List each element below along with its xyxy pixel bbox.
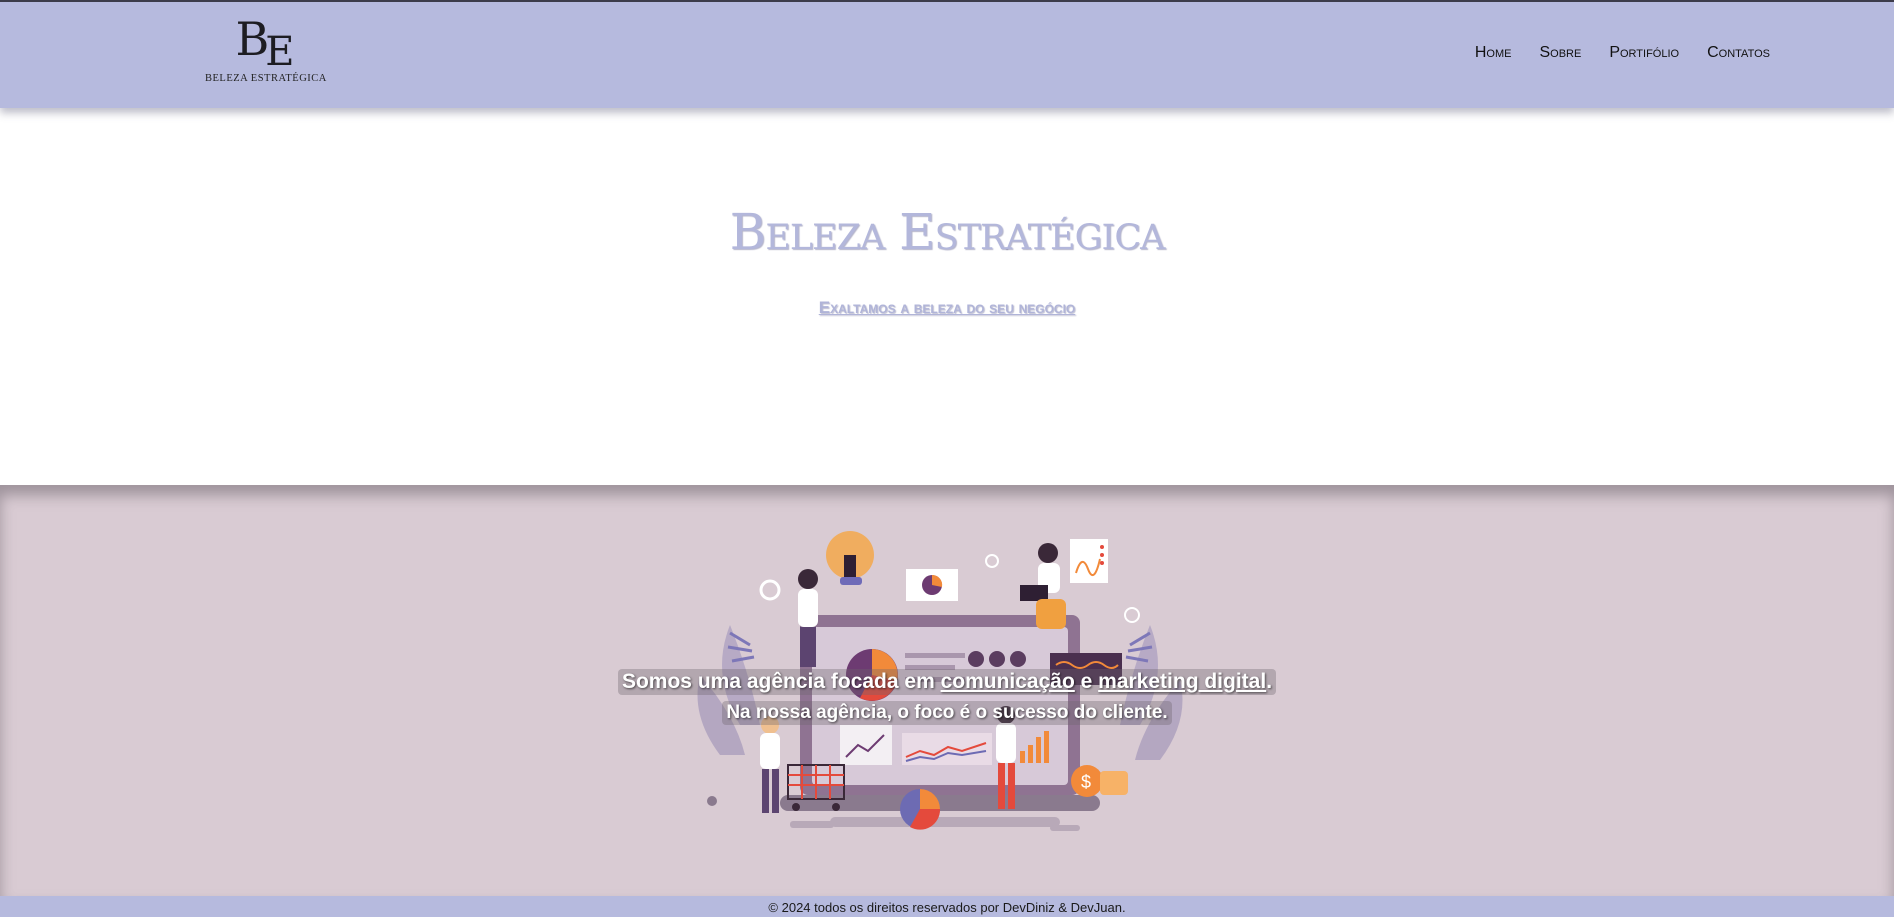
logo-text: BELEZA ESTRATÉGICA — [205, 73, 327, 84]
dollar-coin-icon: $ — [1071, 765, 1128, 797]
link-marketing-digital[interactable]: marketing digital — [1098, 670, 1266, 693]
about-line-1: Somos uma agência focada em comunicação … — [617, 669, 1277, 695]
hero-section: Beleza Estratégica Exaltamos a beleza do… — [0, 108, 1894, 485]
hero-title: Beleza Estratégica — [729, 203, 1166, 261]
site-header: BE BELEZA ESTRATÉGICA Home Sobre Portifó… — [0, 2, 1894, 108]
hero-subtitle: Exaltamos a beleza do seu negócio — [818, 298, 1076, 317]
lightbulb-icon — [826, 531, 874, 585]
nav-contatos[interactable]: Contatos — [1707, 44, 1770, 62]
main-nav: Home Sobre Portifólio Contatos — [1475, 44, 1770, 62]
logo[interactable]: BE BELEZA ESTRATÉGICA — [205, 12, 327, 86]
about-text: Somos uma agência focada em comunicação … — [0, 669, 1894, 725]
nav-sobre[interactable]: Sobre — [1539, 44, 1581, 62]
footer-copyright: © 2024 todos os direitos reservados por … — [768, 900, 1126, 915]
site-footer: © 2024 todos os direitos reservados por … — [0, 896, 1894, 917]
about-section: $ Somos uma agência focada em comunicaçã… — [0, 485, 1894, 896]
link-comunicacao[interactable]: comunicação — [941, 670, 1075, 693]
nav-portifolio[interactable]: Portifólio — [1609, 44, 1679, 62]
logo-mark: BE — [235, 12, 294, 75]
nav-home[interactable]: Home — [1475, 44, 1512, 62]
about-line-2: Na nossa agência, o foco é o sucesso do … — [722, 701, 1172, 725]
svg-text:$: $ — [1081, 772, 1091, 792]
